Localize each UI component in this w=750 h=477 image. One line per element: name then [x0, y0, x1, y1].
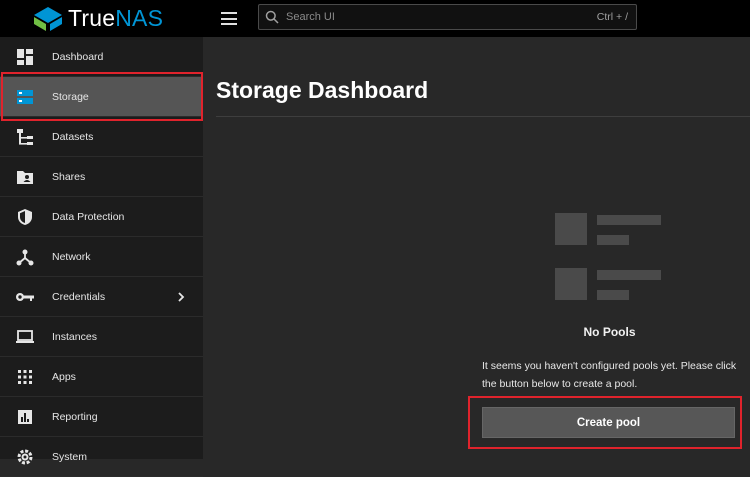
shares-icon: [15, 167, 35, 187]
datasets-icon: [15, 127, 35, 147]
search-shortcut: Ctrl + /: [596, 11, 628, 23]
truenas-logo[interactable]: TrueNAS: [33, 5, 163, 32]
sidebar: Dashboard Storage Datasets Shares Data P…: [0, 37, 203, 477]
search-icon: [265, 10, 279, 24]
search-input[interactable]: [284, 10, 597, 24]
network-icon: [15, 247, 35, 267]
sidebar-item-shares[interactable]: Shares: [0, 157, 203, 197]
empty-state-title: No Pools: [583, 325, 636, 339]
gear-icon: [15, 447, 35, 467]
no-pools-illustration-icon: [555, 213, 661, 300]
sidebar-item-system[interactable]: System: [0, 437, 203, 477]
laptop-icon: [15, 327, 35, 347]
sidebar-item-instances[interactable]: Instances: [0, 317, 203, 357]
dashboard-icon: [15, 47, 35, 67]
chart-icon: [15, 407, 35, 427]
empty-state-message: It seems you haven't configured pools ye…: [482, 360, 737, 390]
key-icon: [15, 287, 35, 307]
sidebar-item-datasets[interactable]: Datasets: [0, 117, 203, 157]
storage-icon: [15, 87, 35, 107]
sidebar-item-data-protection[interactable]: Data Protection: [0, 197, 203, 237]
create-pool-button[interactable]: Create pool: [482, 407, 735, 438]
menu-toggle-icon[interactable]: [221, 12, 237, 25]
main-content: Storage Dashboard No Pools It seems you …: [203, 37, 750, 459]
sidebar-item-reporting[interactable]: Reporting: [0, 397, 203, 437]
top-bar: TrueNAS Ctrl + /: [0, 0, 750, 37]
chevron-right-icon: [178, 291, 185, 302]
search-box[interactable]: Ctrl + /: [258, 4, 637, 30]
logo-text: TrueNAS: [68, 5, 164, 31]
apps-grid-icon: [15, 367, 35, 387]
sidebar-item-dashboard[interactable]: Dashboard: [0, 37, 203, 77]
sidebar-item-credentials[interactable]: Credentials: [0, 277, 203, 317]
shield-icon: [15, 207, 35, 227]
sidebar-item-apps[interactable]: Apps: [0, 357, 203, 397]
truenas-logo-icon: [34, 6, 62, 31]
sidebar-item-storage[interactable]: Storage: [0, 77, 203, 117]
page-title: Storage Dashboard: [216, 77, 429, 103]
title-divider: [216, 116, 750, 117]
sidebar-item-network[interactable]: Network: [0, 237, 203, 277]
